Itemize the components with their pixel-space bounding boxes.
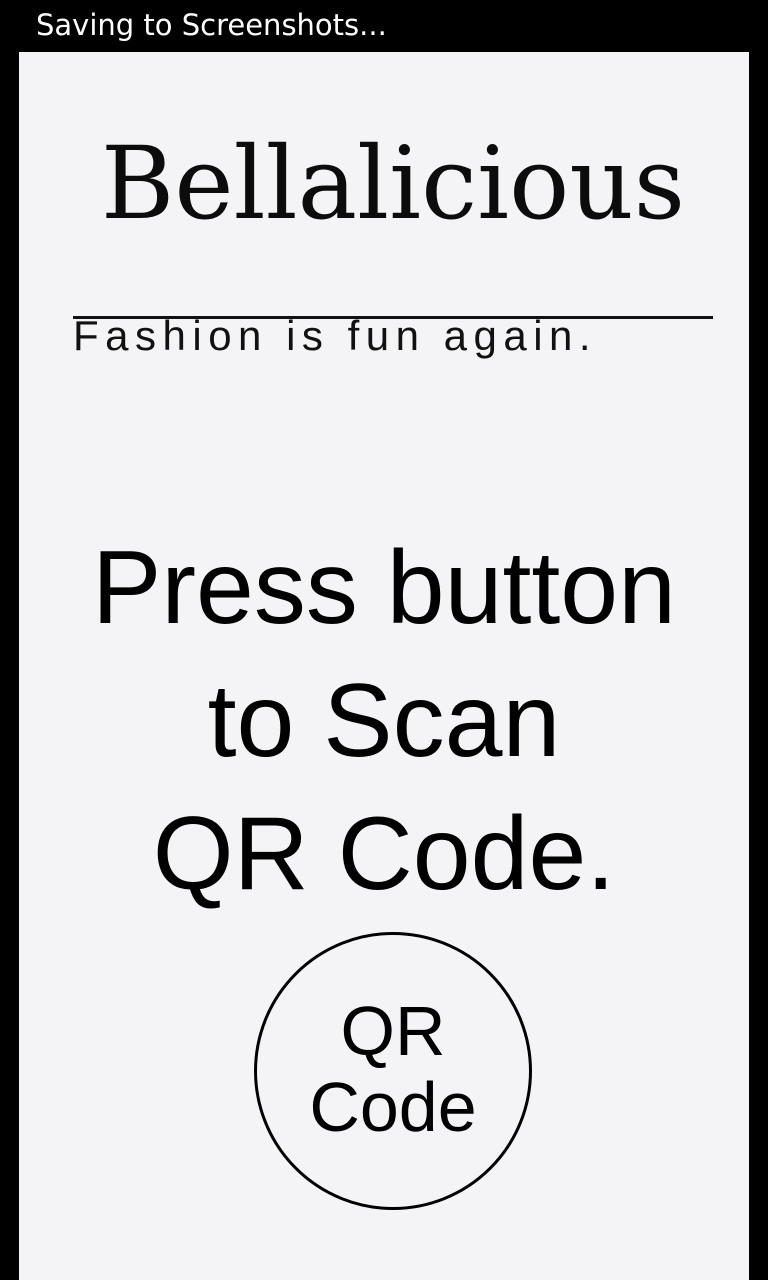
scan-qr-code-button-label: QR Code (257, 993, 529, 1145)
instruction-line-1: Press button (92, 530, 676, 646)
brand-logo: Bellalicious (73, 122, 713, 322)
qr-button-label-line-1: QR (340, 992, 446, 1070)
qr-button-label-line-2: Code (309, 1068, 477, 1146)
logo-tagline: Fashion is fun again. (73, 312, 598, 359)
status-bar: Saving to Screenshots... (0, 0, 768, 52)
scan-qr-code-button[interactable]: QR Code (254, 932, 532, 1210)
status-text: Saving to Screenshots... (36, 8, 387, 42)
instruction-line-3: QR Code. (152, 796, 616, 912)
instruction-line-2: to Scan (207, 663, 561, 779)
logo-name: Bellalicious (100, 125, 686, 242)
main-content: Bellalicious Fashion is fun again. Press… (19, 52, 749, 1280)
instruction-text: Press button to Scan QR Code. (19, 522, 749, 921)
